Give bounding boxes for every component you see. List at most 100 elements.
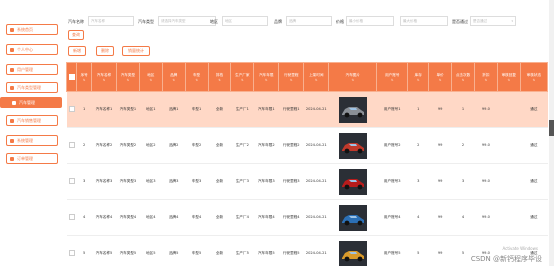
column-header[interactable]: 单价 ⇅ xyxy=(428,62,453,92)
cell-name: 汽车名称1 xyxy=(91,91,117,128)
cell-brand: 品牌2 xyxy=(162,127,186,164)
table-row[interactable]: 1 汽车名称1 汽车类型1 地区1 品牌1 车型1 全新 生产厂1 汽车年限1 行驶里程1 2024… xyxy=(66,91,548,128)
car-image-icon xyxy=(338,96,367,123)
column-header[interactable]: 行驶里程 ⇅ xyxy=(278,62,305,92)
column-header[interactable]: 汽车年限 ⇅ xyxy=(253,62,280,92)
sort-icon[interactable]: ⇅ xyxy=(92,78,116,82)
column-header[interactable]: 库存 ⇅ xyxy=(407,62,430,92)
search-select-approved[interactable]: 是否通过 ▾ xyxy=(470,16,516,26)
cell-gear: 全新 xyxy=(208,199,231,236)
column-header[interactable]: 审核回复 ⇅ xyxy=(496,62,521,92)
sort-icon[interactable]: ⇅ xyxy=(77,78,91,82)
search-label-price: 价格 xyxy=(336,19,344,24)
cell-type: 汽车类型3 xyxy=(116,163,140,200)
cell-year: 汽车年限3 xyxy=(253,163,279,200)
row-checkbox[interactable] xyxy=(66,91,77,128)
column-header[interactable]: 序号 ⇅ xyxy=(76,62,92,92)
sort-icon[interactable]: ⇅ xyxy=(429,78,451,82)
cell-user: 用户账号3 xyxy=(376,163,408,200)
sort-icon[interactable]: ⇅ xyxy=(117,78,139,82)
column-header[interactable]: 折扣 ⇅ xyxy=(473,62,498,92)
column-header-label: 地区 xyxy=(147,72,155,77)
sidebar-item-label: 系统首页 xyxy=(17,26,33,32)
row-checkbox[interactable] xyxy=(66,235,77,266)
sort-icon[interactable]: ⇅ xyxy=(209,78,231,82)
column-header[interactable]: 生产厂家 ⇅ xyxy=(230,62,255,92)
table-row[interactable]: 2 汽车名称2 汽车类型2 地区2 品牌2 车型2 全新 生产厂2 汽车年限2 行驶里程2 2024… xyxy=(66,127,548,164)
row-checkbox[interactable] xyxy=(66,163,77,200)
sidebar-item-sales[interactable]: 汽车销售管理 xyxy=(6,115,58,126)
column-header[interactable]: 品牌 ⇅ xyxy=(161,62,186,92)
cell-discount: 99.0 xyxy=(474,91,498,128)
list-icon xyxy=(10,85,14,90)
cell-stock: 1 xyxy=(407,91,429,128)
search-input-name[interactable]: 汽车名称 xyxy=(88,16,134,26)
row-checkbox[interactable] xyxy=(66,199,77,236)
table-row[interactable]: 3 汽车名称3 汽车类型3 地区3 品牌3 车型3 全新 生产厂3 汽车年限3 行驶里程3 2024… xyxy=(66,163,548,200)
scrollbar[interactable] xyxy=(549,0,554,266)
column-header[interactable]: 排档 ⇅ xyxy=(207,62,232,92)
select-all-checkbox[interactable] xyxy=(66,62,78,92)
column-header[interactable]: 汽车图片 ⇅ xyxy=(328,62,378,92)
cell-region: 地区5 xyxy=(139,235,163,266)
row-checkbox[interactable] xyxy=(66,127,77,164)
search-input-region[interactable]: 地区 xyxy=(222,16,268,26)
sidebar-item-car-types[interactable]: 汽车类型管理 xyxy=(6,82,58,93)
sort-icon[interactable]: ⇅ xyxy=(140,78,162,82)
sidebar-item-cars[interactable]: 汽车管理 xyxy=(0,97,62,108)
cell-stock: 3 xyxy=(407,163,429,200)
sort-icon[interactable]: ⇅ xyxy=(452,78,474,82)
sort-icon[interactable]: ⇅ xyxy=(475,78,497,82)
cell-year: 汽车年限4 xyxy=(253,199,279,236)
column-header[interactable]: 上架时间 ⇅ xyxy=(303,62,330,92)
sort-icon[interactable]: ⇅ xyxy=(279,78,303,82)
scrollbar-thumb[interactable] xyxy=(549,120,554,136)
column-header[interactable]: 审核状态 ⇅ xyxy=(519,62,548,92)
column-header[interactable]: 汽车类型 ⇅ xyxy=(115,62,140,92)
column-header[interactable]: 用户账号 ⇅ xyxy=(376,62,409,92)
cell-stock: 2 xyxy=(407,127,429,164)
cell-status: 通过 xyxy=(520,199,548,236)
column-header[interactable]: 地区 ⇅ xyxy=(138,62,163,92)
cell-mileage: 行驶里程5 xyxy=(278,235,304,266)
cell-model: 车型5 xyxy=(185,235,209,266)
search-input-max-price[interactable]: 最大价格 xyxy=(400,16,448,26)
search-label-type: 汽车类型 xyxy=(138,19,154,24)
cell-model: 车型2 xyxy=(185,127,209,164)
sort-icon[interactable]: ⇅ xyxy=(498,78,520,82)
sort-icon[interactable]: ⇅ xyxy=(408,78,428,82)
table-row[interactable]: 4 汽车名称4 汽车类型4 地区4 品牌4 车型4 全新 生产厂4 汽车年限4 行驶里程4 2024… xyxy=(66,199,548,236)
add-button[interactable]: 新增 xyxy=(68,46,86,56)
cell-model: 车型1 xyxy=(185,91,209,128)
cell-no: 2 xyxy=(76,127,92,164)
search-input-brand[interactable]: 品牌 xyxy=(286,16,332,26)
sales-report-button[interactable]: 销量统计 xyxy=(122,46,150,56)
cell-clicks: 1 xyxy=(451,91,475,128)
sidebar-item-home[interactable]: 系统首页 xyxy=(6,24,58,35)
search-select-type[interactable]: 请选择汽车类型 ▾ xyxy=(158,16,216,26)
query-button[interactable]: 查询 xyxy=(68,30,84,40)
sort-icon[interactable]: ⇅ xyxy=(231,78,253,82)
sort-icon[interactable]: ⇅ xyxy=(377,78,407,82)
sidebar-item-profile[interactable]: 个人中心 xyxy=(6,44,58,55)
sort-icon[interactable]: ⇅ xyxy=(186,78,208,82)
sidebar-item-label: 系统管理 xyxy=(17,137,33,143)
car-image xyxy=(328,163,377,200)
sort-icon[interactable]: ⇅ xyxy=(254,78,278,82)
delete-button[interactable]: 删除 xyxy=(96,46,114,56)
cell-stock: 5 xyxy=(407,235,429,266)
cell-date: 2024-04-21 xyxy=(303,127,329,164)
sort-icon[interactable]: ⇅ xyxy=(163,78,185,82)
search-input-min-price[interactable]: 最小价格 xyxy=(346,16,394,26)
sort-icon[interactable]: ⇅ xyxy=(521,78,547,82)
column-header[interactable]: 点击次数 ⇅ xyxy=(451,62,475,92)
sort-icon[interactable]: ⇅ xyxy=(329,78,376,82)
sidebar-item-label: 订单管理 xyxy=(17,155,33,161)
column-header[interactable]: 车型 ⇅ xyxy=(184,62,209,92)
sidebar-item-orders[interactable]: 订单管理 xyxy=(6,153,58,164)
sidebar-item-system[interactable]: 系统管理 xyxy=(6,135,58,146)
sort-icon[interactable]: ⇅ xyxy=(304,78,328,82)
column-header[interactable]: 汽车名称 ⇅ xyxy=(90,62,117,92)
column-header-label: 折扣 xyxy=(482,72,490,77)
sidebar-item-users[interactable]: 用户管理 xyxy=(6,64,58,75)
